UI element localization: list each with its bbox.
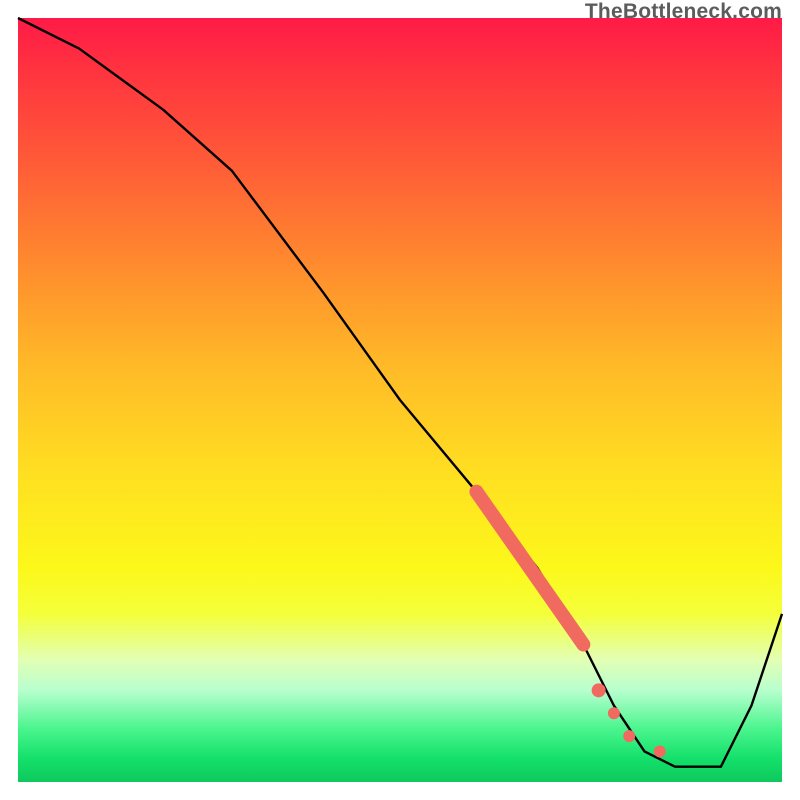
highlight-segment [476, 492, 583, 645]
chart-container: TheBottleneck.com [0, 0, 800, 800]
highlight-dot [623, 730, 635, 742]
chart-overlay [18, 18, 782, 782]
highlight-dot [608, 707, 620, 719]
highlight-dot [654, 745, 666, 757]
bottleneck-curve [18, 18, 782, 767]
highlight-markers [476, 492, 665, 758]
highlight-dot [592, 683, 606, 697]
